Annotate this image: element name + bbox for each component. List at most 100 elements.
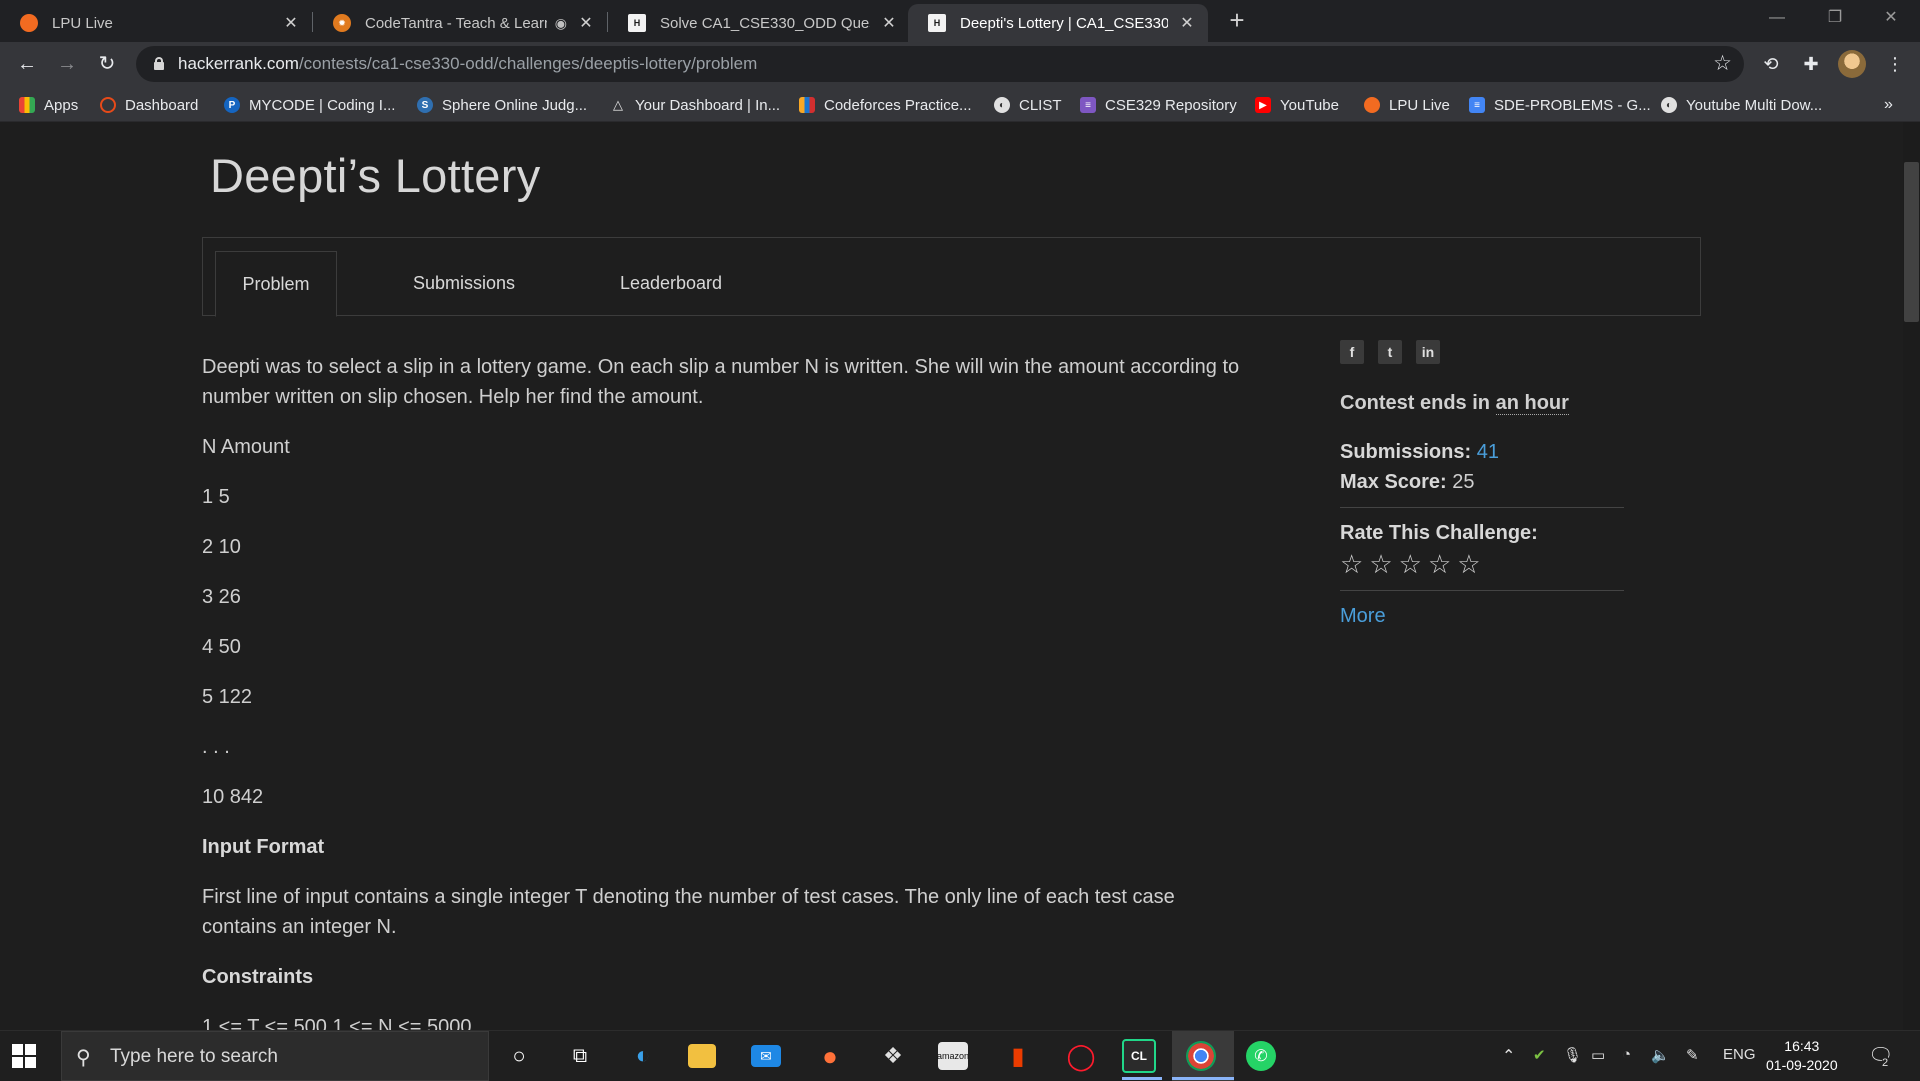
back-icon[interactable]: ← [12,49,42,79]
bookmarks-overflow-icon[interactable]: » [1884,94,1893,116]
bookmark-cse329[interactable]: ≡ CSE329 Repository [1080,94,1237,116]
close-tab-icon[interactable]: ✕ [577,13,595,33]
table-row: 5 122 [202,686,253,708]
bookmark-apps[interactable]: Apps [19,94,78,116]
menu-kebab-icon[interactable]: ⋮ [1882,51,1908,77]
star-icon[interactable]: ☆ [1369,549,1392,580]
google-docs-icon: ≡ [1469,97,1485,113]
input-format-text: First line of input contains a single in… [202,886,1175,938]
twitter-icon[interactable]: t [1378,340,1402,364]
cortana-icon[interactable]: ○ [502,1039,536,1073]
reload-icon[interactable]: ↻ [92,49,122,79]
bookmark-lpu-live[interactable]: LPU Live [1364,94,1450,116]
bookmark-sde-problems[interactable]: ≡ SDE-PROBLEMS - G... [1469,94,1651,116]
dashboard-icon [100,97,116,113]
volume-icon[interactable]: 🔈 [1651,1046,1670,1064]
problem-statement: Deepti was to select a slip in a lottery… [202,352,1242,1030]
new-tab-icon[interactable]: + [1222,6,1252,36]
battery-icon[interactable]: ▭ [1591,1046,1605,1064]
star-icon[interactable]: ☆ [1399,549,1422,580]
codeforces-icon [799,97,815,113]
close-tab-icon[interactable]: ✕ [282,13,300,33]
bookmark-youtube-multi[interactable]: ◐ Youtube Multi Dow... [1661,94,1822,116]
firefox-icon[interactable]: ● [813,1039,847,1073]
linkedin-icon[interactable]: in [1416,340,1440,364]
youtube-icon: ▶ [1255,97,1271,113]
star-icon[interactable]: ☆ [1457,549,1480,580]
scrollbar-thumb[interactable] [1904,162,1919,322]
close-tab-icon[interactable]: ✕ [880,13,898,33]
facebook-icon[interactable]: f [1340,340,1364,364]
minimize-icon[interactable]: — [1748,0,1806,38]
wifi-icon[interactable]: ◔ [1622,1046,1631,1063]
bookmark-clist[interactable]: ◐ CLIST [994,94,1062,116]
star-icon[interactable]: ☆ [1428,549,1451,580]
tab-leaderboard[interactable]: Leaderboard [607,251,735,317]
file-explorer-icon[interactable] [688,1044,716,1068]
task-view-icon[interactable]: ⧉ [563,1039,597,1073]
whatsapp-icon[interactable]: ✆ [1246,1041,1276,1071]
pen-workspace-icon[interactable]: ✎ [1686,1046,1699,1064]
table-row: 10 842 [202,786,264,808]
edge-icon[interactable]: ◐ [626,1039,660,1073]
bookmark-youtube[interactable]: ▶ YouTube [1255,94,1339,116]
browser-tab-bar: LPU Live ✕ ✹ CodeTantra - Teach & Learn … [0,0,1920,42]
submissions-count-link[interactable]: 41 [1477,441,1499,463]
extensions-puzzle-icon[interactable]: ✚ [1798,51,1824,77]
url-text[interactable]: hackerrank.com/contests/ca1-cse330-odd/c… [178,54,757,74]
interviewbit-icon: △ [613,97,623,112]
contest-ends-relative-time: an hour [1495,392,1569,415]
rate-label: Rate This Challenge: [1340,522,1538,544]
bookmark-dashboard[interactable]: Dashboard [100,94,198,116]
language-indicator[interactable]: ENG [1723,1046,1756,1063]
mycode-icon: P [224,97,240,113]
chrome-icon[interactable] [1186,1041,1216,1071]
profile-avatar[interactable] [1838,50,1866,78]
bookmark-codeforces[interactable]: Codeforces Practice... [799,94,972,116]
star-icon[interactable]: ☆ [1340,549,1363,580]
notification-count: 2 [1882,1057,1889,1069]
amazon-icon[interactable]: amazon [937,1042,969,1070]
tab-title: LPU Live [52,14,113,32]
restore-icon[interactable]: ❐ [1806,0,1864,38]
sync-extension-icon[interactable]: ⟲ [1758,51,1784,77]
system-clock[interactable]: 16:43 01-09-2020 [1766,1037,1838,1075]
browser-tab-deeptis-lottery[interactable]: H Deepti's Lottery | CA1_CSE330_O ✕ [908,4,1208,42]
table-row: 2 10 [202,536,241,558]
tray-overflow-chevron-icon[interactable]: ⌃ [1502,1046,1515,1066]
taskbar-search-box[interactable]: ⚲ Type here to search [61,1031,489,1081]
hackerrank-favicon: H [628,14,646,32]
more-link[interactable]: More [1340,605,1624,628]
close-tab-icon[interactable]: ✕ [1178,13,1196,33]
page-title: Deepti’s Lottery [210,149,541,202]
list-icon: ≡ [1080,97,1096,113]
apps-grid-icon [19,97,35,113]
input-format-heading: Input Format [202,836,325,858]
bookmark-interviewbit[interactable]: △ Your Dashboard | In... [610,94,780,116]
browser-tab-codetantra[interactable]: ✹ CodeTantra - Teach & Learn ◉ ✕ [313,4,607,42]
lpu-live-favicon [20,14,38,32]
lock-icon [154,57,164,70]
windows-start-icon[interactable] [12,1044,36,1068]
tray-app-icon[interactable]: ✔ [1533,1046,1546,1064]
bookmark-star-icon[interactable]: ☆ [1713,51,1732,76]
mail-icon[interactable]: ✉ [751,1045,781,1067]
browser-tab-lpu-live[interactable]: LPU Live ✕ [0,4,312,42]
hackerrank-favicon: H [928,14,946,32]
forward-icon[interactable]: → [52,49,82,79]
close-window-icon[interactable]: ✕ [1862,0,1920,38]
office-icon[interactable]: ▮ [1001,1039,1035,1073]
tab-submissions[interactable]: Submissions [403,251,525,317]
notification-center-icon[interactable]: 🗨 [1868,1043,1893,1068]
microphone-icon[interactable]: 🎙 [1563,1046,1582,1064]
opera-icon[interactable]: ◯ [1064,1039,1098,1073]
browser-tab-solve-ca1[interactable]: H Solve CA1_CSE330_ODD Questio ✕ [608,4,910,42]
address-bar[interactable]: hackerrank.com/contests/ca1-cse330-odd/c… [136,46,1744,82]
tab-problem[interactable]: Problem [215,251,337,317]
constraints-text: 1 <= T <= 500 1 <= N <= 5000 [202,1016,472,1030]
table-header: N Amount [202,436,290,458]
bookmark-spoj[interactable]: S Sphere Online Judg... [417,94,587,116]
dropbox-icon[interactable]: ❖ [876,1039,910,1073]
clion-icon[interactable]: CL [1122,1039,1156,1073]
bookmark-mycode[interactable]: P MYCODE | Coding I... [224,94,395,116]
